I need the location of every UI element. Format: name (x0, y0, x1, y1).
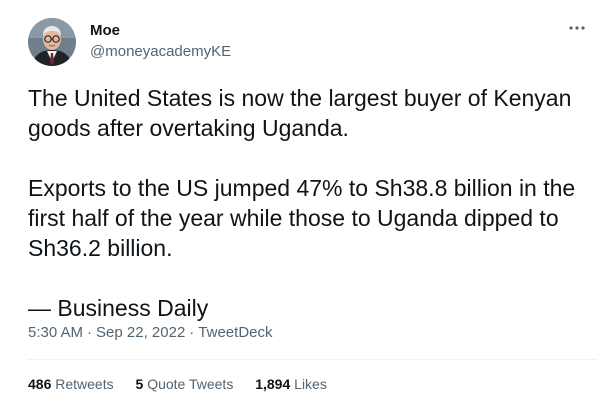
user-avatar[interactable] (28, 18, 76, 66)
meta-separator: · (189, 324, 195, 341)
display-name[interactable]: Moe (90, 22, 231, 40)
tweet-date[interactable]: Sep 22, 2022 (96, 324, 185, 341)
meta-separator: · (87, 324, 93, 341)
ellipsis-icon (569, 26, 585, 30)
tweet-paragraph: The United States is now the largest buy… (28, 85, 572, 141)
tweet-source-attribution: — Business Daily (28, 295, 209, 321)
user-names: Moe @moneyacademyKE (90, 22, 231, 62)
retweets-label: Retweets (55, 376, 114, 392)
quote-tweets-label: Quote Tweets (147, 376, 234, 392)
quote-tweets-stat[interactable]: 5 Quote Tweets (136, 374, 234, 394)
likes-stat[interactable]: 1,894 Likes (255, 374, 327, 394)
avatar-portrait-icon (28, 18, 76, 66)
quote-tweets-count: 5 (135, 376, 144, 392)
retweets-count: 486 (28, 376, 52, 392)
tweet-stats: 486 Retweets 5 Quote Tweets 1,894 Likes (28, 374, 345, 394)
user-handle[interactable]: @moneyacademyKE (90, 42, 231, 62)
divider (28, 359, 596, 360)
tweet-card: Moe @moneyacademyKE The United States is… (0, 0, 610, 415)
more-options-button[interactable] (566, 20, 588, 36)
tweet-source-app[interactable]: TweetDeck (198, 324, 272, 341)
tweet-paragraph: Exports to the US jumped 47% to Sh38.8 b… (28, 175, 576, 261)
tweet-meta: 5:30 AM · Sep 22, 2022 · TweetDeck (28, 323, 273, 343)
tweet-time[interactable]: 5:30 AM (28, 324, 83, 341)
likes-label: Likes (294, 376, 327, 392)
tweet-header: Moe @moneyacademyKE (28, 18, 588, 68)
tweet-text: The United States is now the largest buy… (28, 83, 588, 323)
likes-count: 1,894 (255, 376, 291, 392)
retweets-stat[interactable]: 486 Retweets (28, 374, 114, 394)
